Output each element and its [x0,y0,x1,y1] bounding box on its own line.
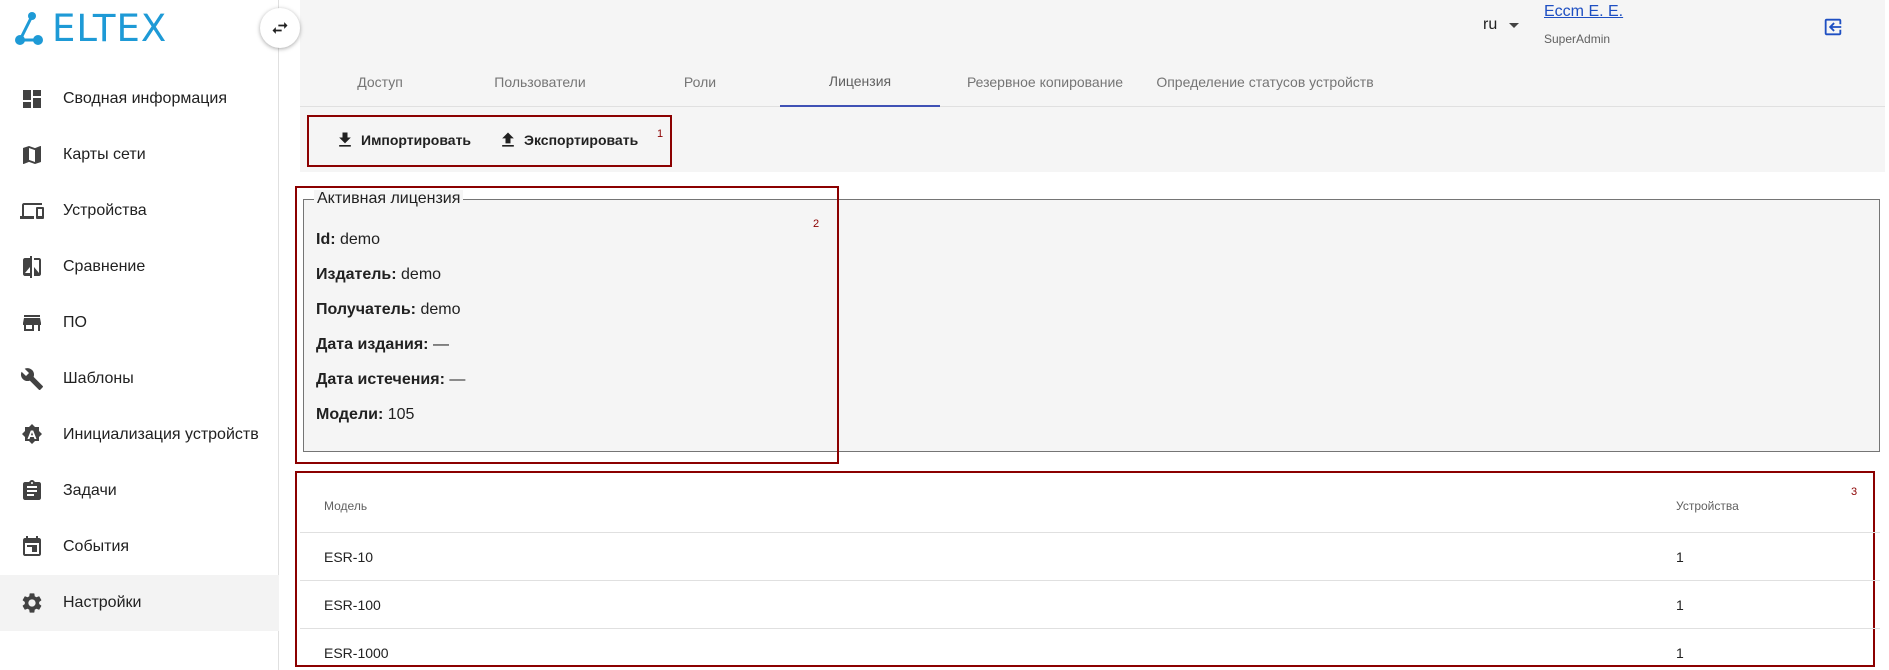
cell-devices: 1 [1676,644,1684,661]
sidebar-item-label: Сравнение [63,258,146,275]
marker-1: 1 [657,128,664,140]
sidebar-item-settings[interactable]: Настройки [0,575,279,631]
compare-icon [20,255,44,279]
sidebar-item-templates[interactable]: Шаблоны [0,351,279,407]
store-icon [20,311,44,335]
sidebar-item-label: Устройства [63,202,147,219]
sidebar-item-label: События [63,538,130,555]
sidebar-item-device-init[interactable]: Инициализация устройств [0,407,279,463]
sidebar-item-tasks[interactable]: Задачи [0,463,279,519]
license-models-row: Модели: 105 [316,406,415,423]
marker-2: 2 [813,218,820,230]
sidebar-item-devices[interactable]: Устройства [0,183,279,239]
sidebar-item-compare[interactable]: Сравнение [0,239,279,295]
settings-tabs: Доступ Пользователи Роли Лицензия Резерв… [300,57,1885,107]
user-role: SuperAdmin [1544,32,1611,46]
column-header-devices[interactable]: Устройства [1676,499,1856,513]
sidebar-item-label: Настройки [63,594,142,611]
top-header: ru Eccm E. E. SuperAdmin [300,0,1885,57]
devices-icon [20,199,44,223]
dashboard-icon [20,87,44,111]
upload-icon [502,132,514,147]
logout-button[interactable] [1822,16,1844,38]
tab-device-status[interactable]: Определение статусов устройств [1150,57,1380,107]
export-label: Экспортировать [524,132,639,148]
sidebar-item-software[interactable]: ПО [0,295,279,351]
sidebar-item-label: Карты сети [63,146,146,163]
clipboard-icon [20,479,44,503]
sidebar-item-maps[interactable]: Карты сети [0,127,279,183]
column-header-model[interactable]: Модель [300,499,1676,513]
import-button[interactable]: Импортировать [335,128,471,152]
export-button[interactable]: Экспортировать [498,128,638,152]
tab-roles[interactable]: Роли [620,57,780,107]
sidebar-nav: Сводная информация Карты сети Устройства… [0,71,279,631]
gear-icon [20,591,44,615]
logo-mark-icon [15,12,43,45]
events-icon [20,535,44,559]
cell-devices: 1 [1676,548,1684,565]
language-select[interactable]: ru [1483,16,1520,34]
download-icon [339,132,351,147]
map-icon [20,143,44,167]
sidebar-item-label: Задачи [63,482,117,499]
license-id-row: Id: demo [316,231,381,248]
license-issue-date-row: Дата издания: — [316,336,449,353]
sidebar-item-label: Инициализация устройств [63,426,259,443]
models-table: Модель Устройства ESR-10 1 ESR-100 1 ESR… [300,480,1880,670]
app-root: ELTEX Сводная информация Карты сети Устр… [0,0,1889,670]
user-name-link[interactable]: Eccm E. E. [1544,3,1623,21]
swap-arrows-icon [272,22,288,34]
table-row[interactable]: ESR-100 1 [300,581,1880,629]
language-value: ru [1483,16,1498,33]
sidebar-item-label: ПО [63,314,87,331]
table-row[interactable]: ESR-10 1 [300,533,1880,581]
cell-devices: 1 [1676,596,1684,613]
init-icon [20,423,44,447]
license-expiry-date-row: Дата истечения: — [316,371,466,388]
logout-icon [1824,18,1842,36]
sidebar-item-label: Шаблоны [63,370,134,387]
tab-backup[interactable]: Резервное копирование [940,57,1150,107]
cell-model: ESR-100 [324,596,381,613]
license-recipient-row: Получатель: demo [316,301,461,318]
tab-users[interactable]: Пользователи [460,57,620,107]
sidebar-item-label: Сводная информация [63,90,227,107]
tab-access[interactable]: Доступ [300,57,460,107]
eltex-logo[interactable]: ELTEX [14,8,167,48]
tab-license[interactable]: Лицензия [780,57,940,107]
caret-down-icon [1509,22,1520,28]
license-issuer-row: Издатель: demo [316,266,442,283]
cell-model: ESR-1000 [324,644,389,661]
brand-name: ELTEX [52,6,168,50]
sidebar-item-events[interactable]: События [0,519,279,575]
import-label: Импортировать [361,132,472,148]
cell-model: ESR-10 [324,548,374,565]
table-row[interactable]: ESR-1000 1 [300,629,1880,670]
table-header: Модель Устройства [300,480,1880,533]
wrench-icon [20,367,44,391]
sidebar: ELTEX Сводная информация Карты сети Устр… [0,0,279,670]
sidebar-toggle-button[interactable] [260,8,300,48]
sidebar-item-summary[interactable]: Сводная информация [0,71,279,127]
